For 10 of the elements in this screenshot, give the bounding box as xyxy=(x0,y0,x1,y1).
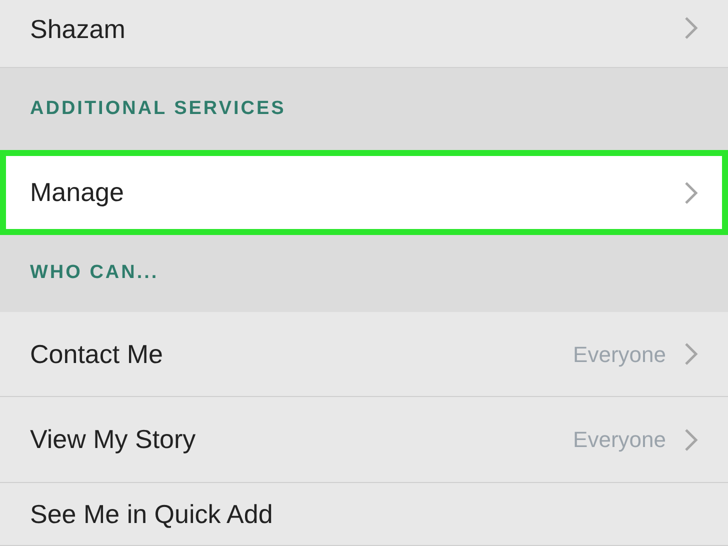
row-value: Everyone xyxy=(573,340,666,369)
section-header: WHO CAN... xyxy=(30,261,159,286)
row-label: Contact Me xyxy=(30,338,164,370)
row-label: View My Story xyxy=(30,423,197,456)
row-label: See Me in Quick Add xyxy=(30,498,274,530)
settings-row[interactable]: Manage xyxy=(0,150,728,235)
row-value: Everyone xyxy=(573,426,666,454)
row-label: Shazam xyxy=(30,13,126,46)
row-label: Manage xyxy=(30,176,125,209)
section-header: ADDITIONAL SERVICES xyxy=(30,96,286,121)
